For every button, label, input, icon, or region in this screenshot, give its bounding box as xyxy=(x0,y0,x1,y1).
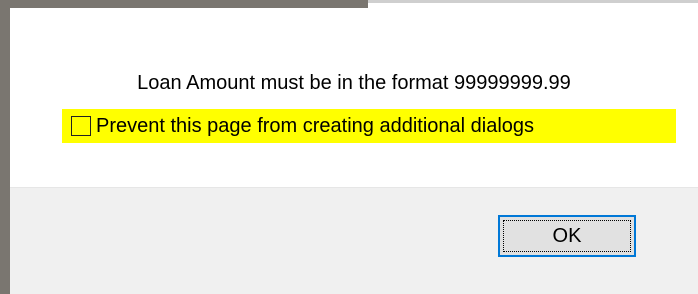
window-frame-top xyxy=(0,0,368,8)
screen: Loan Amount must be in the format 999999… xyxy=(0,0,698,294)
prevent-dialogs-label[interactable]: Prevent this page from creating addition… xyxy=(96,115,534,138)
ok-button-label: OK xyxy=(552,224,582,247)
dialog-message: Loan Amount must be in the format 999999… xyxy=(137,72,571,94)
alert-dialog: Loan Amount must be in the format 999999… xyxy=(10,8,698,294)
prevent-dialogs-checkbox-row[interactable]: Prevent this page from creating addition… xyxy=(62,109,676,143)
window-frame-left xyxy=(0,0,10,294)
ok-button[interactable]: OK xyxy=(498,215,636,257)
prevent-dialogs-checkbox[interactable] xyxy=(71,116,91,136)
window-frame-top-right xyxy=(368,0,698,3)
